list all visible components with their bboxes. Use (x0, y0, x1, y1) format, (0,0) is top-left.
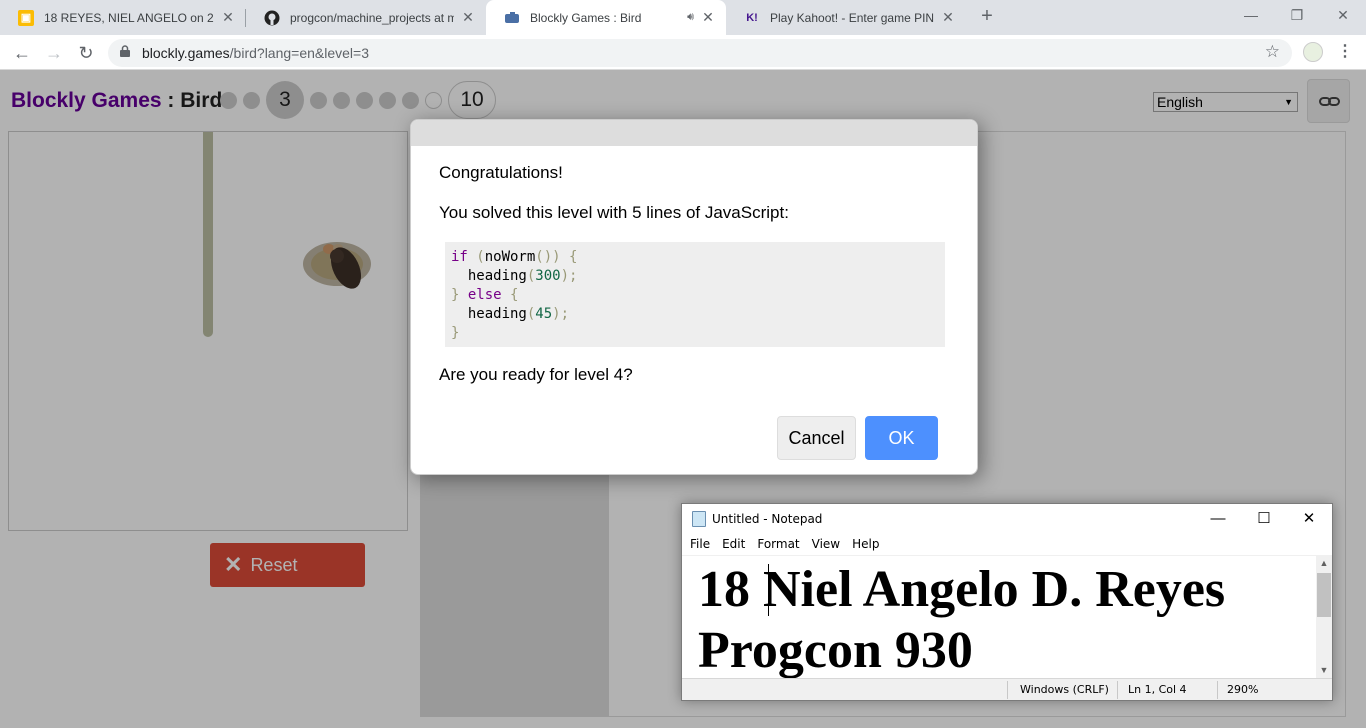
menu-help[interactable]: Help (852, 534, 887, 554)
dialog-titlebar[interactable] (411, 120, 977, 146)
address-bar[interactable]: blockly.games/bird?lang=en&level=3 ☆ (108, 39, 1292, 67)
vertical-scrollbar[interactable]: ▲ ▼ (1316, 555, 1332, 678)
close-icon[interactable]: ✕ (460, 9, 476, 26)
menu-file[interactable]: File (690, 534, 718, 554)
close-icon[interactable]: ✕ (220, 9, 236, 26)
tab-title: 18 REYES, NIEL ANGELO on 2019 (44, 10, 214, 25)
notepad-title: Untitled - Notepad (712, 512, 823, 526)
browser-menu-icon[interactable]: ⋮ (1337, 42, 1353, 62)
classroom-icon: ▣ (18, 9, 34, 26)
menu-format[interactable]: Format (757, 534, 807, 554)
reload-icon[interactable]: ↻ (74, 41, 98, 65)
scroll-down-icon[interactable]: ▼ (1316, 662, 1332, 678)
notepad-titlebar[interactable]: Untitled - Notepad — ☐ ✕ (682, 504, 1332, 534)
forward-icon[interactable]: → (42, 41, 66, 65)
ok-button[interactable]: OK (865, 416, 938, 460)
kahoot-icon: K! (746, 11, 758, 24)
status-position: Ln 1, Col 4 (1128, 683, 1187, 696)
code-block: if (noWorm()) { heading(300); } else { h… (445, 242, 945, 347)
notepad-menubar: File Edit Format View Help (682, 534, 1332, 554)
text-line: 18 Niel Angelo D. Reyes (698, 561, 1226, 618)
browser-toolbar: ← → ↻ blockly.games/bird?lang=en&level=3… (0, 35, 1366, 70)
tab-kahoot[interactable]: K! Play Kahoot! - Enter game PIN he ✕ (726, 0, 966, 35)
bookmark-star-icon[interactable]: ☆ (1265, 42, 1280, 62)
tab-title: Blockly Games : Bird (530, 10, 642, 25)
profile-avatar[interactable] (1303, 42, 1323, 62)
url-text: blockly.games/bird?lang=en&level=3 (142, 45, 370, 61)
maximize-icon[interactable]: ☐ (1241, 508, 1287, 532)
close-window-icon[interactable]: ✕ (1320, 0, 1366, 30)
text-line: Progcon 930 (698, 622, 973, 678)
tab-github[interactable]: progcon/machine_projects at ma ✕ (246, 0, 486, 35)
dialog-heading: Congratulations! (439, 163, 563, 182)
lock-icon (120, 45, 130, 57)
new-tab-button[interactable]: + (976, 5, 998, 27)
dialog-message: You solved this level with 5 lines of Ja… (439, 203, 789, 222)
status-encoding: Windows (CRLF) (1020, 683, 1109, 696)
close-icon[interactable]: ✕ (1286, 508, 1332, 532)
tab-title: Play Kahoot! - Enter game PIN he (770, 10, 934, 25)
scroll-thumb[interactable] (1317, 573, 1331, 617)
scroll-up-icon[interactable]: ▲ (1316, 555, 1332, 571)
github-icon (264, 10, 280, 26)
menu-edit[interactable]: Edit (722, 534, 753, 554)
restore-icon[interactable]: ❐ (1274, 0, 1320, 30)
cancel-button[interactable]: Cancel (777, 416, 856, 460)
minimize-icon[interactable]: — (1228, 0, 1274, 30)
status-zoom: 290% (1227, 683, 1259, 696)
notepad-text-area[interactable]: 18 Niel Angelo D. Reyes Progcon 930 (682, 555, 1316, 678)
tab-strip: ▣ 18 REYES, NIEL ANGELO on 2019 ✕ progco… (0, 0, 1366, 35)
tab-title: progcon/machine_projects at ma (290, 10, 454, 25)
notepad-statusbar: Windows (CRLF) Ln 1, Col 4 290% (682, 678, 1332, 700)
tab-classroom[interactable]: ▣ 18 REYES, NIEL ANGELO on 2019 ✕ (0, 0, 246, 35)
notepad-icon (692, 511, 706, 527)
text-caret (768, 564, 769, 616)
close-icon[interactable]: ✕ (940, 9, 956, 26)
tab-blockly-bird[interactable]: Blockly Games : Bird 🔊︎ ✕ (486, 0, 726, 35)
back-icon[interactable]: ← (10, 41, 34, 65)
speaker-icon[interactable]: 🔊︎ (687, 11, 694, 24)
minimize-icon[interactable]: — (1195, 508, 1241, 532)
menu-view[interactable]: View (812, 534, 848, 554)
notepad-window: Untitled - Notepad — ☐ ✕ File Edit Forma… (681, 503, 1333, 701)
congratulations-dialog: Congratulations! You solved this level w… (410, 119, 978, 475)
dialog-question: Are you ready for level 4? (439, 365, 633, 384)
blockly-icon (504, 10, 520, 26)
close-icon[interactable]: ✕ (700, 9, 716, 26)
